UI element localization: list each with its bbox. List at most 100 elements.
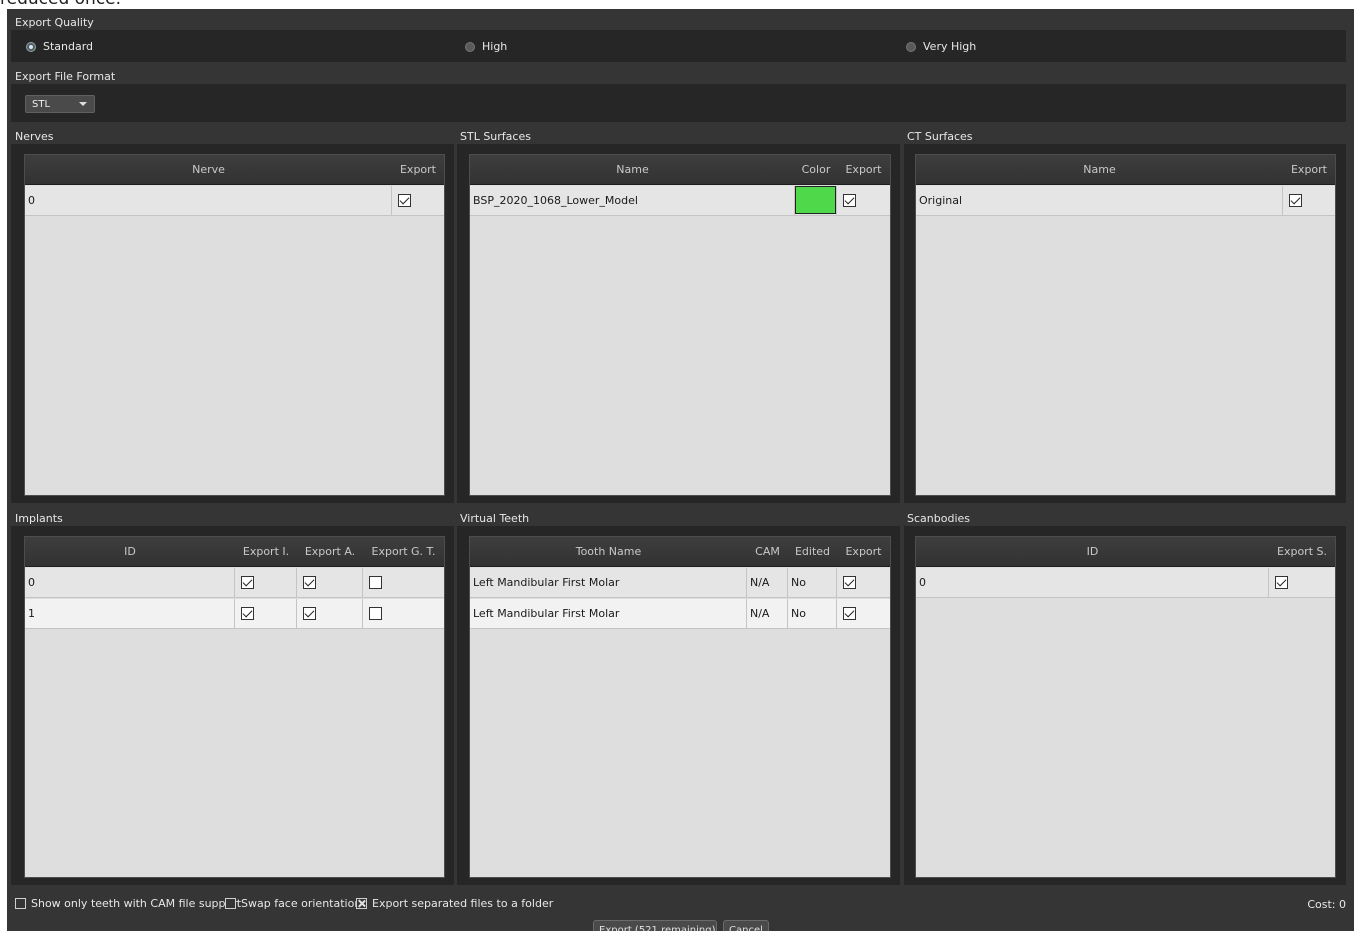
export-guide-tube-checkbox[interactable] [369,575,382,589]
table-row[interactable]: Original [916,186,1335,216]
ct-surfaces-title: CT Surfaces [907,130,973,143]
column-header-id[interactable]: ID [916,537,1269,567]
cost-label: Cost: 0 [1307,898,1346,911]
radio-dot [465,41,475,52]
radio-standard-label: Standard [43,40,94,53]
table-header: Name Export [916,155,1335,185]
export-cell [837,599,890,629]
column-header-export[interactable]: Export [392,155,444,185]
cam-cell: N/A [747,599,788,629]
radio-very-high[interactable]: Very High [906,40,976,53]
export-checkbox[interactable] [398,193,411,207]
export-scanbody-checkbox[interactable] [1275,575,1288,589]
edited-cell: No [788,568,837,598]
column-header-export-abutment[interactable]: Export A. [297,537,363,567]
export-guide-tube-cell [363,568,444,598]
export-checkbox[interactable] [843,575,856,589]
column-header-cam[interactable]: CAM [747,537,788,567]
column-header-id[interactable]: ID [25,537,235,567]
column-header-tooth-name[interactable]: Tooth Name [470,537,747,567]
color-cell [795,186,837,216]
nerves-title: Nerves [15,130,54,143]
surface-name-cell: BSP_2020_1068_Lower_Model [470,186,795,216]
swap-faces-label: Swap face orientation [241,897,362,910]
radio-dot [906,41,916,52]
export-cell [392,186,444,216]
virtual-teeth-table[interactable]: Tooth Name CAM Edited Export Left Mandib… [469,536,891,878]
virtual-teeth-title: Virtual Teeth [460,512,530,525]
separated-files-label: Export separated files to a folder [372,897,554,910]
format-select[interactable]: STL [25,95,95,113]
export-implant-cell [235,599,297,629]
stl-surfaces-table[interactable]: Name Color Export BSP_2020_1068_Lower_Mo… [469,154,891,496]
table-header: Tooth Name CAM Edited Export [470,537,890,567]
cam-only-label: Show only teeth with CAM file support [31,897,242,910]
column-header-edited[interactable]: Edited [788,537,837,567]
implants-table[interactable]: ID Export I. Export A. Export G. T. 0 1 [24,536,445,878]
table-row[interactable]: 0 [25,186,444,216]
nerves-table[interactable]: Nerve Export 0 [24,154,445,496]
cam-only-checkbox[interactable] [15,898,26,909]
table-header: Name Color Export [470,155,890,185]
table-row[interactable]: 0 [25,568,444,598]
export-checkbox[interactable] [843,606,856,620]
export-abutment-checkbox[interactable] [303,575,316,589]
export-cell [837,568,890,598]
table-row[interactable]: 1 [25,599,444,629]
scanbody-id-cell: 0 [916,568,1269,598]
color-swatch[interactable] [795,186,836,214]
export-button[interactable]: Export (521 remaining) [593,920,717,931]
column-header-export-guide-tube[interactable]: Export G. T. [363,537,444,567]
tooth-name-cell: Left Mandibular First Molar [470,568,747,598]
column-header-name[interactable]: Name [470,155,795,185]
radio-high[interactable]: High [465,40,507,53]
separated-files-checkbox[interactable] [356,898,367,909]
export-implant-checkbox[interactable] [241,606,254,620]
column-header-name[interactable]: Name [916,155,1283,185]
export-quality-label: Export Quality [15,16,94,29]
column-header-export[interactable]: Export [837,537,890,567]
table-header: ID Export I. Export A. Export G. T. [25,537,444,567]
background-window-text: reduced once. [0,0,1361,9]
column-header-nerve[interactable]: Nerve [25,155,392,185]
background-text-fragment: reduced once. [0,0,121,9]
export-implant-checkbox[interactable] [241,575,254,589]
ct-surfaces-table[interactable]: Name Export Original [915,154,1336,496]
column-header-export[interactable]: Export [1283,155,1335,185]
column-header-color[interactable]: Color [795,155,837,185]
export-cell [837,186,890,216]
export-scanbody-cell [1269,568,1335,598]
format-select-value: STL [32,98,51,110]
table-row[interactable]: BSP_2020_1068_Lower_Model [470,186,890,216]
separated-files-option[interactable]: Export separated files to a folder [356,897,553,910]
export-format-group [11,84,1346,122]
scanbodies-table[interactable]: ID Export S. 0 [915,536,1336,878]
surface-name-cell: Original [916,186,1283,216]
export-checkbox[interactable] [843,193,856,207]
table-row[interactable]: Left Mandibular First Molar N/A No [470,599,890,629]
export-checkbox[interactable] [1289,193,1302,207]
export-implant-cell [235,568,297,598]
cam-cell: N/A [747,568,788,598]
export-quality-group: Standard High Very High [11,30,1346,62]
export-format-label: Export File Format [15,70,116,83]
radio-dot-selected [26,41,36,52]
export-abutment-cell [297,599,363,629]
cancel-button[interactable]: Cancel [723,920,769,931]
export-abutment-checkbox[interactable] [303,606,316,620]
cam-only-option[interactable]: Show only teeth with CAM file support [15,897,241,910]
export-guide-tube-checkbox[interactable] [369,606,382,620]
tooth-name-cell: Left Mandibular First Molar [470,599,747,629]
column-header-export-implant[interactable]: Export I. [235,537,297,567]
chevron-down-icon [79,102,87,106]
export-dialog: Export Quality Standard High Very High E… [7,9,1354,931]
column-header-export-scanbody[interactable]: Export S. [1269,537,1335,567]
export-cell [1283,186,1335,216]
column-header-export[interactable]: Export [837,155,890,185]
table-row[interactable]: Left Mandibular First Molar N/A No [470,568,890,598]
table-header: ID Export S. [916,537,1335,567]
swap-faces-option[interactable]: Swap face orientation [225,897,361,910]
swap-faces-checkbox[interactable] [225,898,236,909]
table-row[interactable]: 0 [916,568,1335,598]
radio-standard[interactable]: Standard [26,40,93,53]
